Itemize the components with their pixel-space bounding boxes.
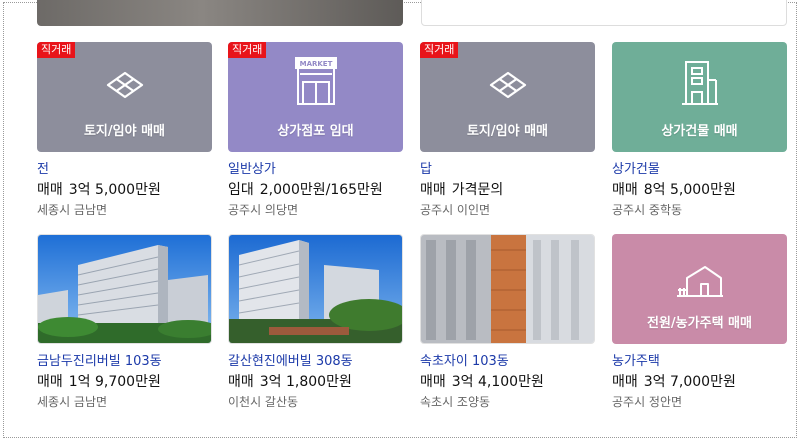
listing-thumbnail[interactable]: 직거래 토지/임야 매매 [37, 42, 212, 152]
deal-type: 매매 [37, 182, 63, 198]
apartment-photo[interactable] [420, 234, 595, 344]
thumbnail-label: 전원/농가주택 매매 [647, 316, 752, 331]
price-value: 8억 5,000만원 [643, 182, 736, 198]
price-value: 3억 7,000만원 [643, 374, 736, 390]
previous-listing-box[interactable] [421, 0, 787, 26]
listing-card[interactable]: 직거래 MARKET 상가점포 임대 일반상가 임대 2,000만원/165만원 … [228, 42, 403, 218]
listing-price: 매매 1억 9,700만원 [37, 373, 212, 392]
thumbnail-label: 상가점포 임대 [277, 124, 354, 139]
apartment-photo[interactable] [37, 234, 212, 344]
listing-name[interactable]: 전 [37, 161, 212, 178]
price-value: 3억 5,000만원 [68, 182, 161, 198]
deal-type: 임대 [228, 182, 254, 198]
thumbnail-label: 상가건물 매매 [661, 124, 738, 139]
deal-type: 매매 [37, 374, 63, 390]
deal-type: 매매 [420, 374, 446, 390]
listing-price: 매매 3억 4,100만원 [420, 373, 595, 392]
svg-text:MARKET: MARKET [299, 60, 332, 68]
listing-thumbnail[interactable]: 상가건물 매매 [612, 42, 787, 152]
listing-card[interactable]: 직거래 토지/임야 매매 답 매매 가격문의 공주시 이인면 [420, 42, 595, 218]
listing-name[interactable]: 답 [420, 161, 595, 178]
deal-type: 매매 [228, 374, 254, 390]
listing-location: 세종시 금남면 [37, 395, 108, 409]
listing-name[interactable]: 상가건물 [612, 161, 787, 178]
price-value: 3억 1,800만원 [259, 374, 352, 390]
price-value: 2,000만원/165만원 [259, 182, 383, 198]
deal-type: 매매 [420, 182, 446, 198]
land-icon [105, 70, 145, 100]
apartment-photo-image [38, 235, 211, 343]
deal-type: 매매 [612, 374, 638, 390]
deal-type: 매매 [612, 182, 638, 198]
price-value: 1억 9,700만원 [68, 374, 161, 390]
price-value: 3억 4,100만원 [451, 374, 544, 390]
apartment-photo[interactable] [228, 234, 403, 344]
listing-price: 임대 2,000만원/165만원 [228, 181, 403, 200]
land-icon [488, 70, 528, 100]
direct-deal-badge: 직거래 [228, 42, 267, 58]
listing-price: 매매 3억 1,800만원 [228, 373, 403, 392]
listing-price: 매매 3억 7,000만원 [612, 373, 787, 392]
thumbnail-label: 토지/임야 매매 [466, 124, 549, 139]
listing-location: 공주시 중학동 [612, 203, 683, 217]
listing-price: 매매 가격문의 [420, 181, 595, 200]
listing-card[interactable]: 금남두진리버빌 103동 매매 1억 9,700만원 세종시 금남면 [37, 234, 212, 410]
listing-name[interactable]: 금남두진리버빌 103동 [37, 353, 212, 370]
listing-location: 이천시 갈산동 [228, 395, 299, 409]
farmhouse-icon [675, 264, 725, 298]
listing-thumbnail[interactable]: 직거래 토지/임야 매매 [420, 42, 595, 152]
listing-thumbnail[interactable]: 전원/농가주택 매매 [612, 234, 787, 344]
listing-price: 매매 8억 5,000만원 [612, 181, 787, 200]
listing-card[interactable]: 상가건물 매매 상가건물 매매 8억 5,000만원 공주시 중학동 [612, 42, 787, 218]
listing-name[interactable]: 속초자이 103동 [420, 353, 595, 370]
listing-name[interactable]: 일반상가 [228, 161, 403, 178]
price-value: 가격문의 [451, 182, 504, 198]
listing-location: 공주시 정안면 [612, 395, 683, 409]
listing-location: 공주시 의당면 [228, 203, 299, 217]
listing-thumbnail[interactable]: 직거래 MARKET 상가점포 임대 [228, 42, 403, 152]
listing-location: 공주시 이인면 [420, 203, 491, 217]
listing-card[interactable]: 속초자이 103동 매매 3억 4,100만원 속초시 조양동 [420, 234, 595, 410]
apartment-photo-image [421, 235, 594, 343]
market-store-icon: MARKET [292, 56, 340, 106]
previous-listing-photo[interactable] [37, 0, 403, 26]
commercial-building-icon [680, 54, 720, 106]
direct-deal-badge: 직거래 [37, 42, 76, 58]
listing-card[interactable]: 갈산현진에버빌 308동 매매 3억 1,800만원 이천시 갈산동 [228, 234, 403, 410]
direct-deal-badge: 직거래 [420, 42, 459, 58]
listing-location: 속초시 조양동 [420, 395, 491, 409]
listing-location: 세종시 금남면 [37, 203, 108, 217]
thumbnail-label: 토지/임야 매매 [83, 124, 166, 139]
apartment-photo-image [229, 235, 402, 343]
listing-price: 매매 3억 5,000만원 [37, 181, 212, 200]
listing-card[interactable]: 전원/농가주택 매매 농가주택 매매 3억 7,000만원 공주시 정안면 [612, 234, 787, 410]
listing-name[interactable]: 갈산현진에버빌 308동 [228, 353, 403, 370]
listing-card[interactable]: 직거래 토지/임야 매매 전 매매 3억 5,000만원 세종시 금남면 [37, 42, 212, 218]
listing-name[interactable]: 농가주택 [612, 353, 787, 370]
